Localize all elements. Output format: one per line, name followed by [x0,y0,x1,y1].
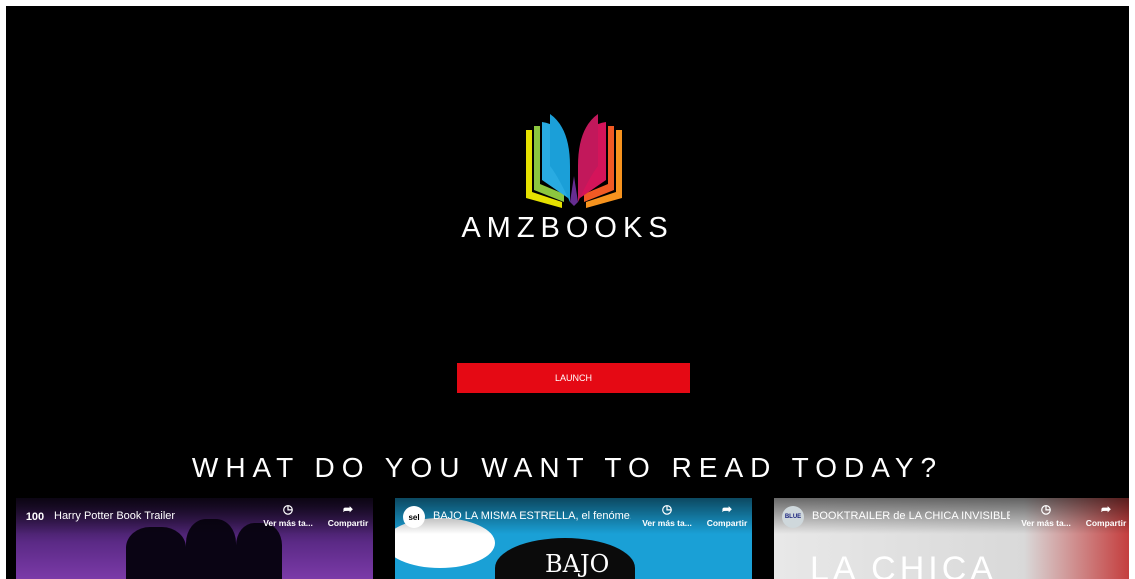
share-button[interactable]: ➦ Compartir [322,502,373,528]
watch-later-label: Ver más ta... [642,518,692,528]
share-arrow-icon: ➦ [721,502,733,516]
clock-icon: ◷ [282,502,294,516]
video-title[interactable]: BAJO LA MISMA ESTRELLA, el fenóme... [433,510,631,522]
channel-avatar[interactable]: BLUE [782,506,804,528]
share-button[interactable]: ➦ Compartir [701,502,752,528]
video-embed-harry-potter[interactable]: 100 Harry Potter Book Trailer ◷ Ver más … [16,498,373,579]
video-embed-la-chica-invisible[interactable]: LA CHICA BLUE BOOKTRAILER de LA CHICA IN… [774,498,1129,579]
section-heading: WHAT DO YOU WANT TO READ TODAY? [191,452,944,483]
thumbnail-text: LA CHICA [810,550,997,579]
watch-later-button[interactable]: ◷ Ver más ta... [641,502,693,528]
thumbnail-text: BAJO [545,550,610,578]
share-label: Compartir [706,518,748,528]
video-title[interactable]: Harry Potter Book Trailer [54,510,252,522]
clock-icon: ◷ [1040,502,1052,516]
launch-button[interactable]: LAUNCH [457,363,690,393]
share-button[interactable]: ➦ Compartir [1080,502,1129,528]
watch-later-button[interactable]: ◷ Ver más ta... [1020,502,1072,528]
clock-icon: ◷ [661,502,673,516]
channel-avatar[interactable]: sel [403,506,425,528]
watch-later-button[interactable]: ◷ Ver más ta... [262,502,314,528]
open-book-logo-icon [526,114,622,208]
video-title[interactable]: BOOKTRAILER de LA CHICA INVISIBLE ... [812,510,1010,522]
share-label: Compartir [1085,518,1127,528]
share-arrow-icon: ➦ [342,502,354,516]
share-label: Compartir [327,518,369,528]
video-embed-bajo-la-misma-estrella[interactable]: BAJO sel BAJO LA MISMA ESTRELLA, el fenó… [395,498,752,579]
watch-later-label: Ver más ta... [263,518,313,528]
share-arrow-icon: ➦ [1100,502,1112,516]
channel-avatar[interactable]: 100 [22,506,48,528]
thumbnail-silhouette [126,527,186,579]
brand-title: AMZBOOKS [461,212,674,244]
landing-page: AMZBOOKS LAUNCH WHAT DO YOU WANT TO READ… [6,6,1129,579]
watch-later-label: Ver más ta... [1021,518,1071,528]
